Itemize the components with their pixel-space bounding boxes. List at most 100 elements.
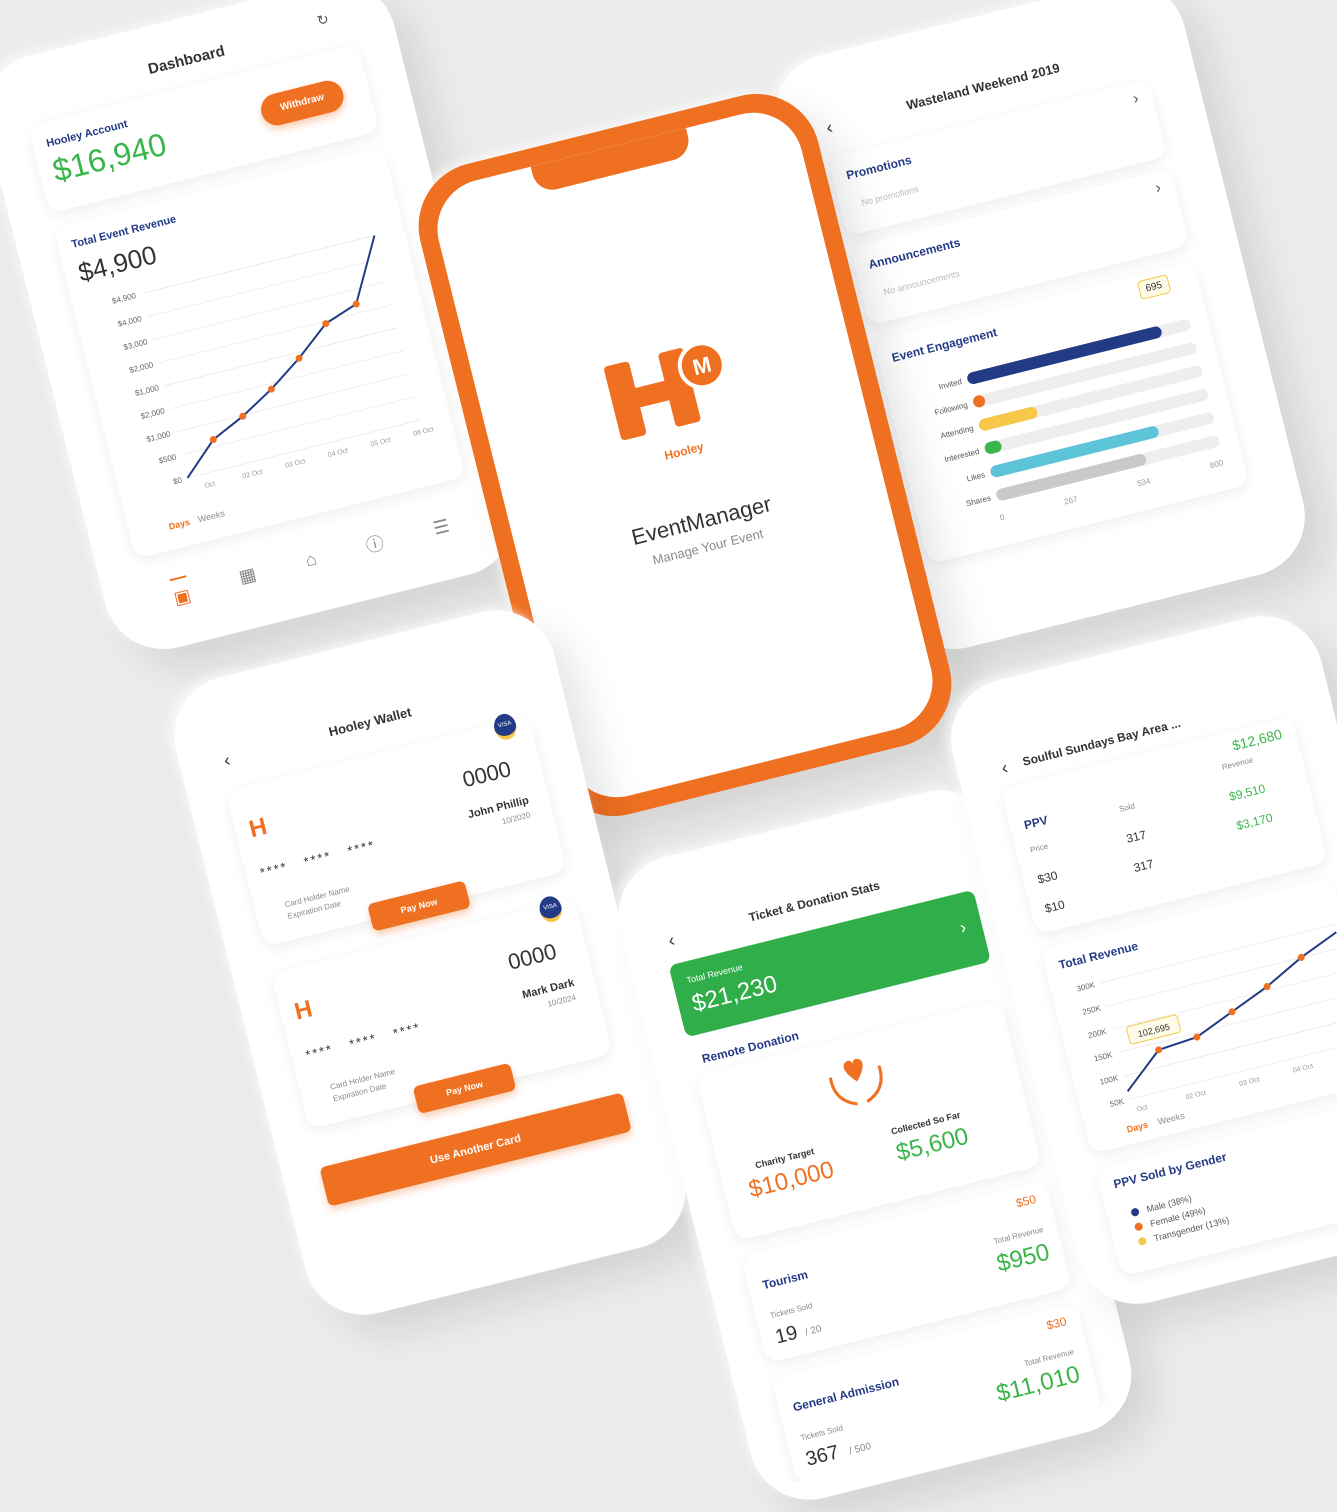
chevron-right-icon: › [1153, 179, 1163, 198]
legend-dot-icon [1137, 1236, 1148, 1247]
grid-line [152, 281, 387, 341]
y-tick-label: $1,000 [134, 383, 160, 398]
engagement-label: Event Engagement [890, 325, 999, 365]
y-tick-label: $500 [158, 452, 178, 465]
y-tick-label: 100K [1099, 1073, 1120, 1086]
y-tick-label: $1,000 [146, 429, 172, 444]
wallet-card[interactable]: VISA H **** **** **** 0000 Mark Dark 10/… [271, 893, 613, 1130]
engagement-badge: 695 [1136, 274, 1172, 301]
gender-legend: Male (38%) Female (49%) Transgender (13%) [1130, 1186, 1231, 1252]
back-icon[interactable]: ‹ [999, 757, 1010, 779]
tickets-sold: 367 [803, 1441, 842, 1471]
engagement-axis-tick: 534 [1136, 476, 1152, 489]
ppv-label: PPV [1022, 812, 1050, 833]
tickets-sold-label: Tickets Sold [799, 1423, 844, 1443]
grid-line [141, 235, 375, 295]
x-tick-label: 04 Oct [1292, 1063, 1314, 1075]
y-tick-label: $2,000 [128, 360, 154, 375]
ppv-row-price: $10 [1043, 897, 1067, 916]
card-expiry: 10/2020 [501, 810, 532, 827]
calendar-icon[interactable]: ▦ [237, 563, 259, 587]
card-number-stars: **** **** **** [258, 836, 377, 881]
col-price: Price [1029, 841, 1050, 855]
card-last4: 0000 [505, 938, 559, 975]
announcements-sub: No announcements [882, 268, 961, 297]
card-number-stars: **** **** **** [303, 1019, 423, 1063]
withdraw-button[interactable]: Withdraw [257, 77, 347, 129]
y-tick-label: 150K [1093, 1050, 1114, 1063]
card-last4: 0000 [459, 756, 514, 793]
tickets-sold: 19 [773, 1321, 800, 1349]
y-tick-label: $0 [172, 475, 183, 486]
engagement-axis-tick: 267 [1063, 494, 1079, 507]
range-weeks-tab[interactable]: Weeks [197, 508, 226, 524]
heart-hands-icon [828, 1058, 883, 1106]
x-tick-label: 02 Oct [1185, 1090, 1207, 1102]
grid-line [158, 304, 392, 364]
col-revenue: Revenue [1220, 755, 1255, 772]
y-tick-label: 200K [1087, 1027, 1108, 1040]
x-tick-label: 04 Oct [327, 447, 349, 459]
ticket-name: Tourism [760, 1267, 810, 1293]
visa-icon: VISA [536, 893, 565, 925]
announcements-label: Announcements [867, 235, 962, 272]
y-tick-label: 50K [1109, 1097, 1126, 1109]
ticket-revenue: $11,010 [993, 1360, 1083, 1408]
engagement-axis-tick: 0 [998, 512, 1006, 523]
range-weeks-tab[interactable]: Weeks [1157, 1111, 1186, 1127]
card-expiry: 10/2024 [546, 992, 577, 1009]
x-tick-label: 03 Oct [1239, 1076, 1261, 1088]
grid-line [170, 350, 404, 410]
x-tick-label: 03 Oct [285, 458, 307, 470]
col-sold: Sold [1118, 801, 1136, 814]
grid-line [1100, 923, 1335, 984]
promotions-label: Promotions [844, 152, 913, 183]
ppv-row-sold: 317 [1124, 827, 1148, 846]
ticket-revenue: $950 [993, 1238, 1053, 1278]
y-tick-label: $4,000 [117, 314, 143, 329]
visa-icon: VISA [491, 711, 520, 743]
ticket-price: $30 [1045, 1314, 1068, 1333]
y-tick-label: 250K [1081, 1003, 1102, 1016]
grid-line [147, 258, 381, 318]
total-revenue-chart: 300K 250K 200K 150K 100K 50K Oct 02 Oct 03 Oct 04… [1076, 923, 1337, 1114]
notch [530, 128, 693, 194]
range-days-tab[interactable]: Days [1126, 1120, 1149, 1135]
y-tick-label: $3,000 [123, 337, 149, 352]
x-tick-label: 02 Oct [242, 469, 264, 481]
ticket-name: General Admission [791, 1374, 901, 1415]
pay-now-button[interactable]: Pay Now [412, 1062, 517, 1115]
chevron-right-icon: › [1131, 89, 1141, 108]
grid-line [1112, 970, 1337, 1030]
revenue-card: Total Event Revenue $4,900 $4,900 $4,000 $… [53, 146, 466, 559]
bank-icon[interactable]: ⌂ [303, 548, 319, 571]
legend-dot-icon [1130, 1207, 1140, 1218]
ticket-price: $50 [1014, 1191, 1038, 1211]
engagement-axis-tick: 800 [1209, 458, 1225, 471]
revenue-label: Total Event Revenue [70, 213, 178, 251]
chevron-right-icon: › [957, 916, 969, 938]
pay-now-button[interactable]: Pay Now [367, 880, 471, 932]
hooley-card-logo: H [291, 995, 316, 1026]
engagement-bar-fill [983, 439, 1004, 456]
tickets-capacity: / 20 [804, 1323, 823, 1339]
x-tick-label: 06 Oct [413, 426, 435, 438]
grid-line [175, 373, 410, 433]
x-tick-label: Oct [1136, 1104, 1148, 1113]
grid-line [187, 419, 421, 479]
x-tick-label: Oct [204, 481, 216, 490]
tickets-sold-label: Tickets Sold [769, 1301, 814, 1321]
tickets-capacity: / 500 [848, 1441, 873, 1458]
ppv-total: $12,680 [1230, 725, 1284, 754]
ppv-row-revenue: $9,510 [1227, 781, 1267, 804]
ppv-row-sold: 317 [1132, 856, 1155, 876]
promotions-sub: No promotions [860, 183, 920, 208]
y-tick-label: $4,900 [111, 291, 137, 306]
hooley-card-logo: H [246, 812, 270, 844]
info-icon[interactable]: ⓘ [363, 529, 387, 559]
x-tick-label: 05 Oct [370, 437, 392, 449]
range-days-tab[interactable]: Days [168, 517, 191, 532]
calendar-active-icon[interactable]: ▣ [169, 574, 194, 609]
ppv-row-revenue: $3,170 [1235, 810, 1275, 833]
menu-icon[interactable]: ☰ [431, 515, 452, 539]
